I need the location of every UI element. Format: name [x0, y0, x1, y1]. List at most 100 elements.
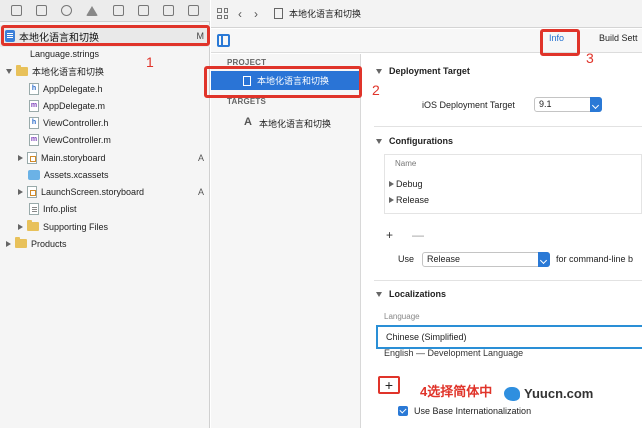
- checkbox-checked-icon[interactable]: [398, 406, 408, 416]
- command-line-config-select[interactable]: Release: [422, 252, 550, 267]
- breadcrumb[interactable]: 本地化语言和切换: [289, 7, 361, 20]
- disclosure-closed-icon[interactable]: [18, 188, 23, 195]
- target-item[interactable]: 本地化语言和切换: [211, 114, 361, 132]
- nav-item-main-storyboard[interactable]: Main.storyboard A: [0, 149, 210, 166]
- watermark-text: Yuucn.com: [524, 386, 594, 401]
- add-localization-button[interactable]: +: [378, 376, 400, 394]
- localization-row-english[interactable]: English — Development Language: [384, 348, 523, 358]
- nav-item-label: 本地化语言和切换: [32, 67, 105, 77]
- nav-item-supporting-files[interactable]: Supporting Files: [0, 218, 210, 235]
- folder-icon: [16, 65, 28, 76]
- disclosure-open-icon[interactable]: [6, 69, 12, 74]
- nav-item-label: Main.storyboard: [41, 152, 106, 163]
- plus-icon: +: [384, 377, 394, 393]
- nav-item-products[interactable]: Products: [0, 235, 210, 252]
- ios-deployment-select[interactable]: 9.1: [534, 97, 602, 112]
- annotation-number-3: 3: [586, 50, 594, 66]
- project-targets-list: PROJECT 本地化语言和切换 TARGETS 本地化语言和切换: [211, 54, 361, 428]
- disclosure-open-icon[interactable]: [376, 138, 382, 144]
- annotation-number-1: 1: [146, 54, 154, 70]
- nav-item-label: Products: [31, 238, 67, 249]
- navigator-toolbar: [0, 0, 210, 22]
- disclosure-open-icon[interactable]: [376, 291, 382, 297]
- breakpoint-icon[interactable]: [162, 5, 174, 16]
- nav-item-appdelegate-m[interactable]: m AppDelegate.m: [0, 97, 210, 114]
- divider: [374, 126, 642, 127]
- annotation-step-4: 4选择简体中: [420, 384, 493, 399]
- config-row-release[interactable]: Release: [389, 195, 429, 205]
- tab-build-settings[interactable]: Build Sett: [599, 33, 638, 43]
- divider: [374, 280, 642, 281]
- disclosure-closed-icon[interactable]: [18, 223, 23, 230]
- localizations-group[interactable]: Localizations: [376, 289, 446, 299]
- select-arrow-icon: [590, 97, 602, 112]
- config-name: Release: [396, 195, 430, 205]
- nav-item-label: Assets.xcassets: [44, 169, 109, 180]
- header-file-icon: h: [29, 82, 39, 95]
- disclosure-closed-icon[interactable]: [6, 240, 11, 247]
- config-row-debug[interactable]: Debug: [389, 179, 423, 189]
- disclosure-open-icon[interactable]: [376, 68, 382, 74]
- checkbox-label: Use Base Internationalization: [414, 406, 532, 416]
- annotation-box-2: [204, 66, 362, 98]
- annotation-box-3: [540, 29, 580, 56]
- disclosure-closed-icon[interactable]: [18, 154, 23, 161]
- report-icon[interactable]: [187, 5, 199, 16]
- app-target-icon: [243, 116, 255, 129]
- folder-icon[interactable]: [11, 5, 23, 16]
- forward-arrow-icon[interactable]: ›: [254, 7, 258, 21]
- remove-configuration-button[interactable]: —: [412, 228, 424, 242]
- test-icon[interactable]: [112, 5, 124, 16]
- command-line-label: for command-line b: [556, 254, 634, 264]
- column-header-language: Language: [384, 312, 420, 321]
- use-base-internationalization-checkbox[interactable]: Use Base Internationalization: [398, 406, 531, 416]
- annotation-box-1: [1, 25, 210, 46]
- configurations-group[interactable]: Configurations: [376, 136, 453, 146]
- nav-item-viewcontroller-h[interactable]: h ViewController.h: [0, 114, 210, 131]
- debug-icon[interactable]: [137, 5, 149, 16]
- implementation-file-icon: m: [29, 133, 39, 146]
- storyboard-file-icon: [27, 151, 37, 164]
- nav-item-group-main[interactable]: 本地化语言和切换: [0, 63, 210, 80]
- disclosure-closed-icon[interactable]: [389, 181, 394, 187]
- group-title: Configurations: [389, 136, 453, 146]
- add-configuration-button[interactable]: +: [386, 228, 393, 242]
- warning-icon[interactable]: [86, 5, 99, 16]
- nav-item-appdelegate-h[interactable]: h AppDelegate.h: [0, 80, 210, 97]
- related-items-icon[interactable]: [217, 8, 228, 19]
- plist-file-icon: [29, 202, 39, 215]
- jump-bar: ‹ › 本地化语言和切换: [211, 0, 642, 28]
- annotation-number-2: 2: [372, 82, 380, 98]
- localization-row-chinese-simplified[interactable]: Chinese (Simplified): [376, 325, 642, 349]
- language-name: Chinese (Simplified): [386, 332, 467, 342]
- nav-item-info-plist[interactable]: Info.plist: [0, 200, 210, 217]
- select-arrow-icon: [538, 252, 550, 267]
- deployment-target-group[interactable]: Deployment Target: [376, 66, 470, 76]
- nav-item-language-strings[interactable]: Language.strings: [0, 45, 210, 62]
- watermark: Yuucn.com: [500, 384, 598, 403]
- back-arrow-icon[interactable]: ‹: [238, 7, 242, 21]
- scm-status-badge: A: [197, 186, 204, 197]
- disclosure-closed-icon[interactable]: [389, 197, 394, 203]
- source-control-icon[interactable]: [36, 5, 48, 16]
- config-name: Debug: [396, 179, 423, 189]
- header-file-icon: h: [29, 116, 39, 129]
- nav-item-launchscreen-storyboard[interactable]: LaunchScreen.storyboard A: [0, 183, 210, 200]
- configurations-table: Name Debug Release: [384, 154, 642, 214]
- nav-item-label: Language.strings: [30, 48, 100, 59]
- nav-item-label: LaunchScreen.storyboard: [41, 186, 145, 197]
- folder-icon: [15, 237, 27, 248]
- nav-item-label: Supporting Files: [43, 221, 109, 232]
- storyboard-file-icon: [27, 185, 37, 198]
- group-title: Deployment Target: [389, 66, 470, 76]
- nav-item-assets[interactable]: Assets.xcassets: [0, 166, 210, 183]
- nav-item-label: AppDelegate.m: [43, 100, 106, 111]
- use-config-label: Use: [398, 254, 415, 264]
- search-icon[interactable]: [61, 5, 73, 16]
- nav-item-viewcontroller-m[interactable]: m ViewController.m: [0, 131, 210, 148]
- select-value: 9.1: [539, 99, 552, 109]
- project-settings-panel: Deployment Target iOS Deployment Target …: [362, 54, 642, 428]
- ios-deployment-label: iOS Deployment Target: [422, 100, 515, 110]
- show-sidebar-icon[interactable]: [217, 34, 230, 47]
- column-header-name: Name: [395, 159, 417, 168]
